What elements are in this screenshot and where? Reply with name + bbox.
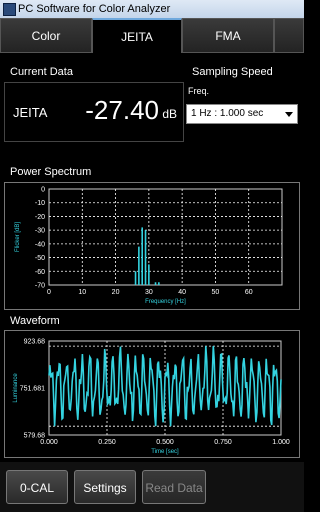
spectrum-bar — [138, 246, 140, 285]
x-tick-label: 0.000 — [40, 439, 58, 446]
power-spectrum-panel: 0 -10 -20 -30 -40 -50 -60 -70 0 10 20 30 40 50 60 Frequ… — [4, 182, 300, 310]
y-tick-label: 0 — [41, 187, 45, 194]
waveform-panel: 923.68 751.681 579.68 0.000 0.250 0.500 0.750 1… — [4, 330, 300, 458]
spectrum-bar — [148, 264, 150, 285]
y-tick-label: -30 — [35, 228, 45, 235]
y-axis-label: Flicker [dB] — [15, 222, 21, 252]
tab-color[interactable]: Color — [0, 18, 92, 53]
spectrum-bar — [141, 227, 143, 285]
tab-jeita[interactable]: JEITA — [92, 18, 182, 53]
current-data-label: JEITA — [13, 105, 48, 120]
x-tick-label: 0.250 — [98, 439, 116, 446]
frequency-select[interactable]: 1 Hz : 1.000 sec — [186, 104, 298, 124]
x-tick-label: 0 — [47, 289, 51, 296]
spectrum-bar — [158, 282, 160, 285]
zero-cal-button[interactable]: 0-CAL — [6, 470, 68, 504]
y-axis-label: Luminance — [13, 373, 19, 403]
x-tick-label: 20 — [112, 289, 120, 296]
waveform-chart: 923.68751.681579.680.000 0.250 0.500 0.750 1… — [13, 339, 290, 456]
x-axis-label: Frequency [Hz] — [145, 299, 186, 305]
title-bar: PC Software for Color Analyzer — [0, 0, 304, 18]
y-tick-label: -50 — [35, 255, 45, 262]
freq-label: Freq. — [188, 86, 210, 96]
settings-button[interactable]: Settings — [74, 470, 136, 504]
current-data-box: JEITA -27.40 dB — [4, 82, 184, 142]
x-tick-label: 0.750 — [214, 439, 232, 446]
y-tick-label: -70 — [35, 283, 45, 290]
plot-frame — [48, 188, 283, 286]
y-tick-label: -40 — [35, 241, 45, 248]
chevron-down-icon — [285, 112, 293, 117]
window-title: PC Software for Color Analyzer — [18, 3, 171, 15]
x-tick-label: 60 — [245, 289, 253, 296]
y-tick-label: -10 — [35, 200, 45, 207]
y-tick-label: -20 — [35, 214, 45, 221]
tab-bar: Color JEITA FMA — [0, 18, 304, 53]
current-data-value: -27.40 — [85, 95, 159, 125]
waveform-title: Waveform — [10, 315, 60, 327]
x-tick-label: 1.000 — [272, 439, 290, 446]
app-icon — [3, 3, 16, 16]
sampling-speed-title: Sampling Speed — [192, 66, 273, 78]
y-tick-label: 923.68 — [24, 339, 46, 346]
x-axis-label: Time [sec] — [151, 449, 179, 455]
tab-fma[interactable]: FMA — [182, 18, 274, 53]
power-spectrum-title: Power Spectrum — [10, 166, 92, 178]
x-tick-label: 30 — [145, 289, 153, 296]
y-tick-label: -60 — [35, 269, 45, 276]
read-data-button[interactable]: Read Data — [142, 470, 206, 504]
power-spectrum-chart: 0-10-20-30-40-50-60-700 10 20 30 40 50 60Frequ… — [15, 187, 283, 305]
spectrum-bar — [154, 282, 157, 285]
y-tick-label: 751.681 — [20, 386, 45, 393]
current-data-title: Current Data — [10, 66, 73, 78]
x-tick-label: 40 — [178, 289, 186, 296]
spectrum-bar — [144, 230, 147, 285]
frequency-select-value: 1 Hz : 1.000 sec — [191, 108, 264, 119]
tab-overflow — [274, 18, 304, 53]
x-tick-label: 50 — [212, 289, 220, 296]
x-tick-label: 10 — [78, 289, 86, 296]
spectrum-bar — [134, 271, 137, 285]
current-data-unit: dB — [162, 107, 177, 121]
x-tick-label: 0.500 — [156, 439, 174, 446]
